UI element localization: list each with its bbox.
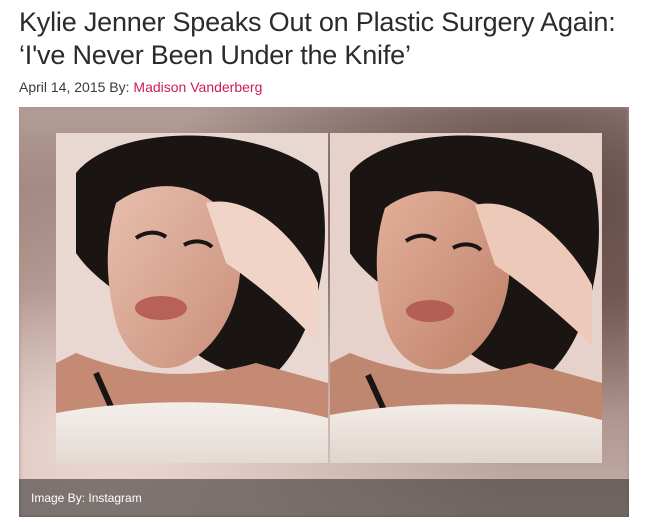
byline: April 14, 2015 By: Madison Vanderberg: [19, 78, 262, 96]
hero-image[interactable]: Image By: Instagram: [19, 107, 629, 517]
publish-date: April 14, 2015: [19, 79, 106, 95]
photo-before: [56, 133, 328, 463]
author-link[interactable]: Madison Vanderberg: [133, 79, 262, 95]
caption-bar: Image By: Instagram: [19, 479, 629, 517]
photo-after: [330, 133, 602, 463]
image-credit: Image By: Instagram: [31, 491, 142, 505]
by-label: By:: [109, 79, 130, 95]
article-title: Kylie Jenner Speaks Out on Plastic Surge…: [19, 7, 616, 70]
